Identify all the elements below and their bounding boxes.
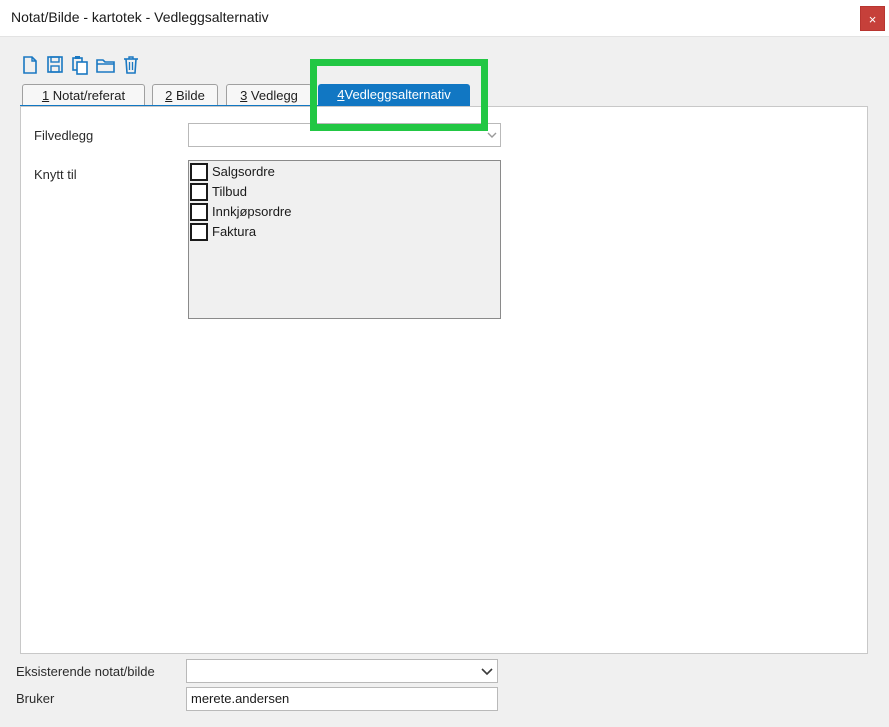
tab-bilde[interactable]: 2 Bilde — [152, 84, 218, 106]
user-field[interactable]: merete.andersen — [186, 687, 498, 711]
save-button[interactable] — [45, 54, 65, 76]
highlight-box — [310, 59, 488, 131]
open-folder-icon — [96, 59, 115, 73]
tab-text: Vedlegg — [250, 88, 298, 103]
tab-key: 3 — [240, 88, 248, 103]
tab-key: 2 — [165, 88, 173, 103]
filvedlegg-label: Filvedlegg — [34, 128, 94, 143]
chevron-down-icon — [481, 668, 493, 676]
checkbox-label: Salgsordre — [212, 164, 275, 179]
save-icon — [47, 56, 63, 73]
delete-icon — [124, 56, 138, 74]
tab-vedlegg[interactable]: 3 Vedlegg — [226, 84, 312, 106]
tab-label: 3 Vedlegg — [227, 85, 311, 107]
delete-button[interactable] — [121, 54, 141, 76]
new-document-icon — [23, 56, 37, 74]
tab-notat-referat[interactable]: 1 Notat/referat — [22, 84, 145, 106]
user-label: Bruker — [16, 691, 55, 706]
existing-note-label: Eksisterende notat/bilde — [16, 664, 155, 679]
copy-button[interactable] — [70, 54, 90, 76]
checkbox[interactable] — [190, 183, 208, 201]
tab-text: Notat/referat — [52, 88, 126, 103]
checkbox-label: Tilbud — [212, 184, 247, 199]
checkbox[interactable] — [190, 223, 208, 241]
tab-key: 1 — [41, 88, 50, 103]
tab-label: 1 Notat/referat — [23, 85, 144, 107]
close-icon: × — [868, 12, 877, 27]
checkbox[interactable] — [190, 203, 208, 221]
checkbox-label: Faktura — [212, 224, 257, 239]
copy-icon — [72, 56, 88, 75]
tab-text: Bilde — [175, 88, 205, 103]
window-title: Notat/Bilde - kartotek - Vedleggsalterna… — [11, 9, 269, 25]
new-document-button[interactable] — [20, 54, 40, 76]
close-button[interactable]: × — [860, 6, 885, 31]
open-folder-button[interactable] — [95, 54, 115, 76]
chevron-down-icon — [487, 132, 497, 138]
checkbox-label: Innkjøpsordre — [212, 204, 292, 219]
existing-note-dropdown[interactable] — [186, 659, 498, 683]
knytt-til-list: Salgsordre Tilbud Innkjøpsordre Faktura — [188, 160, 501, 319]
tab-label: 2 Bilde — [153, 85, 217, 107]
checkbox[interactable] — [190, 163, 208, 181]
title-bar: Notat/Bilde - kartotek - Vedleggsalterna… — [0, 0, 889, 37]
knytt-til-label: Knytt til — [34, 167, 77, 182]
